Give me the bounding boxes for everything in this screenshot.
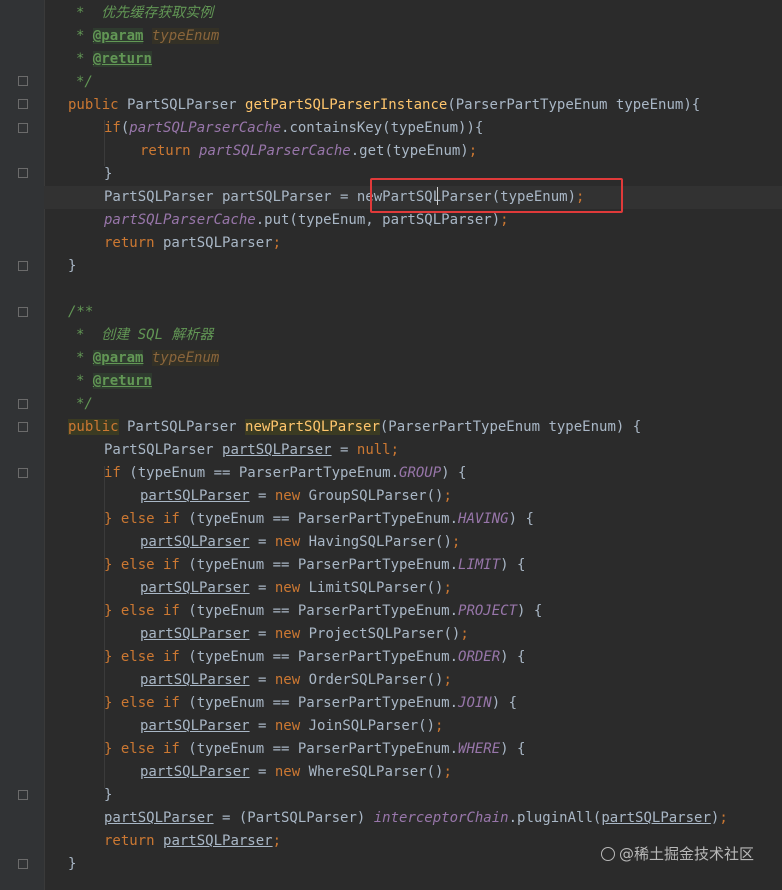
fold-marker-icon[interactable] bbox=[18, 790, 28, 800]
code-line: } else if (typeEnum == ParserPartTypeEnu… bbox=[104, 695, 518, 711]
fold-marker-icon[interactable] bbox=[18, 99, 28, 109]
code-line: partSQLParser = new WhereSQLParser(); bbox=[140, 764, 452, 780]
code-line: */ bbox=[76, 74, 93, 90]
code-line: public PartSQLParser getPartSQLParserIns… bbox=[68, 97, 701, 113]
code-editor[interactable]: * 优先缓存获取实例 * @param typeEnum * @return *… bbox=[44, 0, 782, 890]
code-line: * 优先缓存获取实例 bbox=[76, 5, 214, 21]
code-line: partSQLParser = new ProjectSQLParser(); bbox=[140, 626, 469, 642]
code-line: return partSQLParser; bbox=[104, 235, 282, 251]
code-line: * @param typeEnum bbox=[76, 28, 220, 44]
code-line: * @return bbox=[76, 373, 152, 389]
editor-gutter bbox=[0, 0, 45, 890]
fold-marker-icon[interactable] bbox=[18, 399, 28, 409]
text-caret bbox=[437, 187, 438, 205]
code-line: return partSQLParserCache.get(typeEnum); bbox=[140, 143, 478, 159]
fold-marker-icon[interactable] bbox=[18, 468, 28, 478]
code-line: * 创建 SQL 解析器 bbox=[76, 327, 214, 343]
code-line: partSQLParser = (PartSQLParser) intercep… bbox=[104, 810, 728, 826]
code-line: partSQLParser = new LimitSQLParser(); bbox=[140, 580, 452, 596]
code-line: partSQLParser = new HavingSQLParser(); bbox=[140, 534, 461, 550]
fold-marker-icon[interactable] bbox=[18, 261, 28, 271]
fold-marker-icon[interactable] bbox=[18, 123, 28, 133]
juejin-logo-icon bbox=[600, 847, 615, 861]
fold-marker-icon[interactable] bbox=[18, 422, 28, 432]
code-line: } else if (typeEnum == ParserPartTypeEnu… bbox=[104, 557, 526, 573]
watermark: @稀土掘金技术社区 bbox=[600, 843, 754, 864]
code-line: partSQLParser = new OrderSQLParser(); bbox=[140, 672, 452, 688]
code-line: } else if (typeEnum == ParserPartTypeEnu… bbox=[104, 511, 534, 527]
fold-marker-icon[interactable] bbox=[18, 859, 28, 869]
code-line: if (typeEnum == ParserPartTypeEnum.GROUP… bbox=[104, 465, 467, 481]
fold-marker-icon[interactable] bbox=[18, 76, 28, 86]
code-line: } else if (typeEnum == ParserPartTypeEnu… bbox=[104, 741, 526, 757]
code-line: */ bbox=[76, 396, 93, 412]
highlight-box bbox=[370, 178, 623, 213]
code-line: } else if (typeEnum == ParserPartTypeEnu… bbox=[104, 603, 543, 619]
code-line: } bbox=[68, 258, 77, 274]
fold-marker-icon[interactable] bbox=[18, 168, 28, 178]
code-line: } else if (typeEnum == ParserPartTypeEnu… bbox=[104, 649, 526, 665]
code-line: partSQLParser = new GroupSQLParser(); bbox=[140, 488, 452, 504]
code-line: } bbox=[104, 787, 113, 803]
code-line: * @return bbox=[76, 51, 152, 67]
code-line: * @param typeEnum bbox=[76, 350, 220, 366]
code-line: PartSQLParser partSQLParser = null; bbox=[104, 442, 400, 458]
code-line: partSQLParser = new JoinSQLParser(); bbox=[140, 718, 444, 734]
code-line: if(partSQLParserCache.containsKey(typeEn… bbox=[104, 120, 484, 136]
fold-marker-icon[interactable] bbox=[18, 307, 28, 317]
code-line: /** bbox=[68, 304, 94, 320]
code-line: public PartSQLParser newPartSQLParser(Pa… bbox=[68, 419, 642, 435]
